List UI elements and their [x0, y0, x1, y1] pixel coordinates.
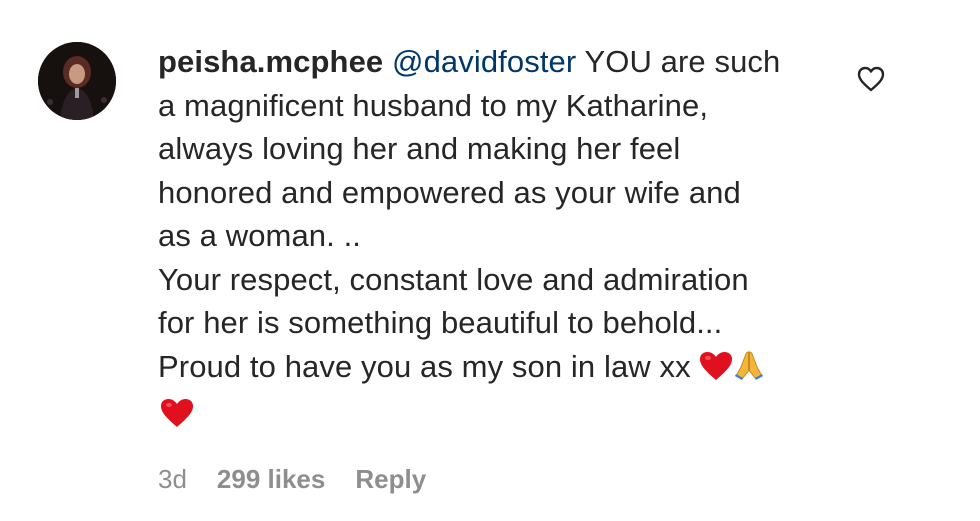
likes-count[interactable]: 299 likes	[217, 462, 325, 496]
avatar[interactable]	[38, 42, 116, 120]
comment-text: peisha.mcphee @davidfoster YOU are such …	[158, 40, 858, 440]
comment-line: Proud to have you as my son in law xx	[158, 345, 858, 393]
comment-line: Your respect, constant love and admirati…	[158, 261, 749, 297]
comment-text-segment: Proud to have you as my son in law xx	[158, 348, 700, 384]
comment-line: as a woman. ..	[158, 218, 361, 253]
folded-hands-icon	[733, 349, 765, 393]
comment-timestamp[interactable]: 3d	[158, 462, 187, 496]
comment-line: peisha.mcphee @davidfoster YOU are such	[158, 40, 858, 84]
like-heart-icon[interactable]	[857, 66, 885, 92]
comment: peisha.mcphee @davidfoster YOU are such …	[0, 0, 980, 521]
avatar-image	[38, 42, 116, 120]
comment-meta: 3d 299 likes Reply	[158, 462, 426, 496]
username-link[interactable]: peisha.mcphee	[158, 44, 383, 79]
red-heart-icon	[699, 349, 733, 393]
comment-line: honored and empowered as your wife and	[158, 174, 741, 210]
comment-text-segment: YOU are such	[576, 44, 781, 79]
comment-line: a magnificent husband to my Katharine,	[158, 87, 709, 123]
comment-line	[158, 392, 858, 440]
comment-line: for her is something beautiful to behold…	[158, 305, 723, 340]
comment-line: always loving her and making her feel	[158, 131, 681, 166]
red-heart-icon	[160, 396, 194, 440]
mention-link[interactable]: @davidfoster	[392, 44, 576, 79]
reply-button[interactable]: Reply	[355, 462, 426, 496]
